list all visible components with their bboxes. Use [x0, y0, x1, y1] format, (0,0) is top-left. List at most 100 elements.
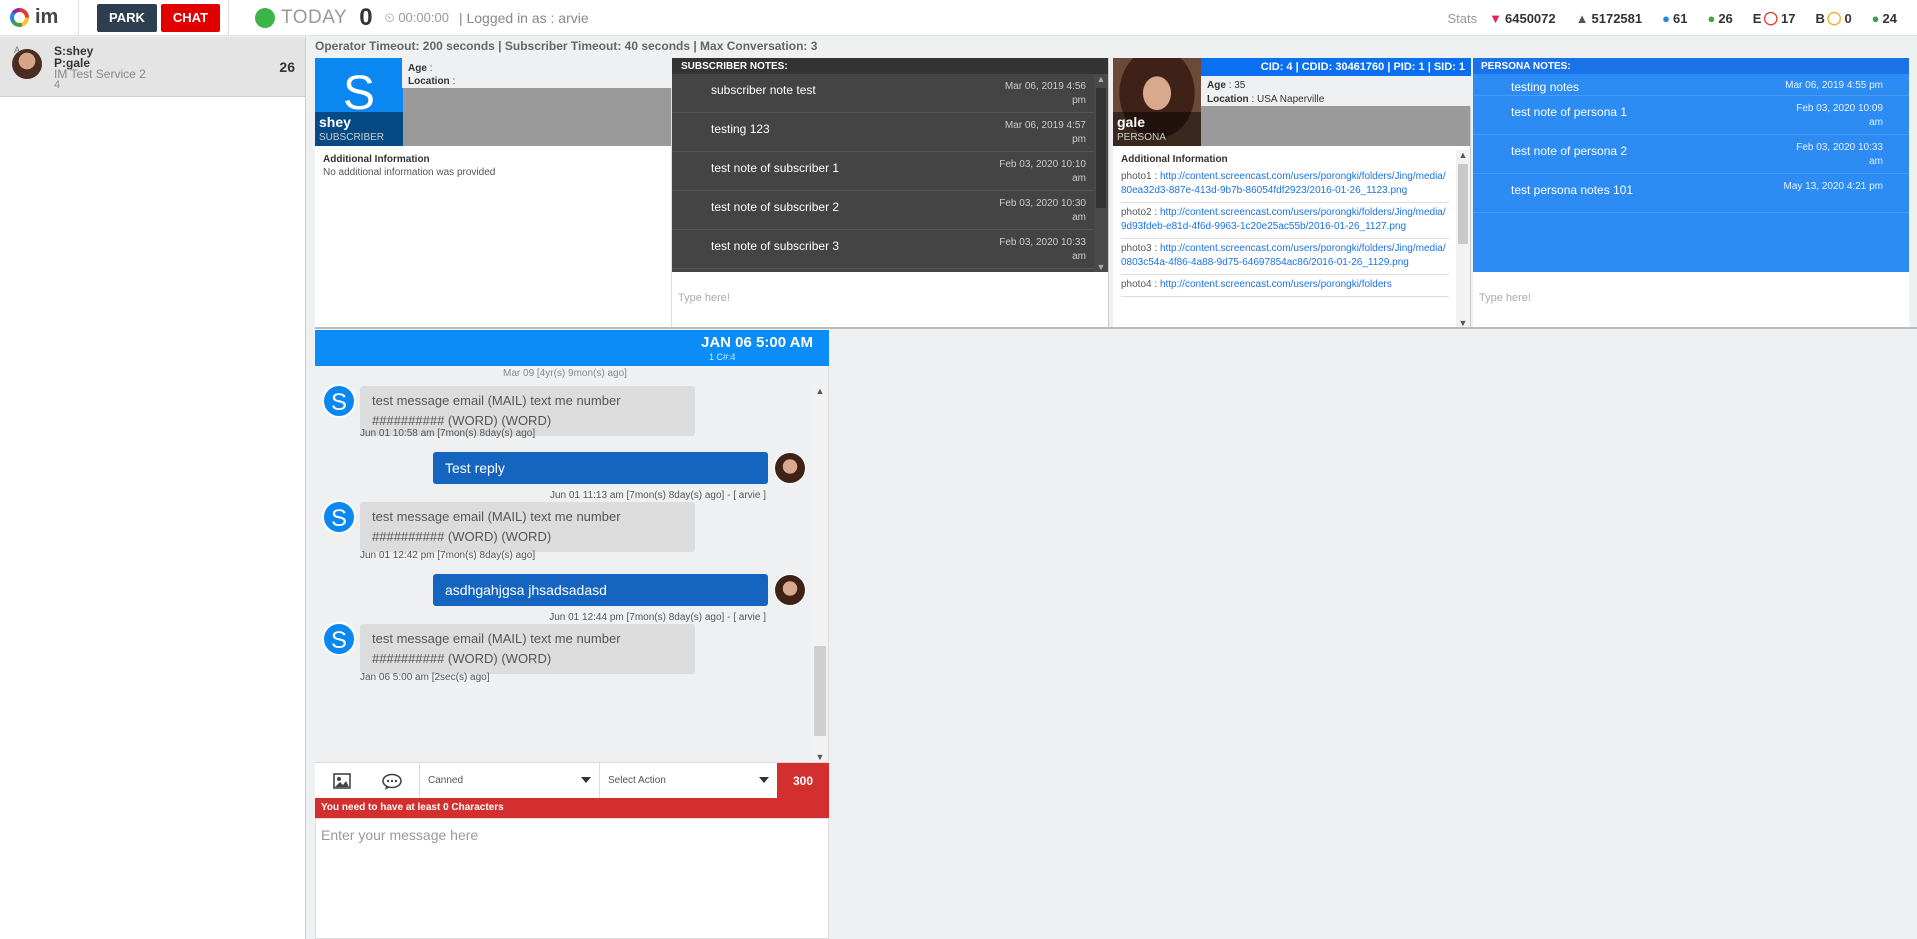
photo-label: photo2 : [1121, 207, 1158, 218]
persona-note-item[interactable]: test persona notes 101 May 13, 2020 4:21 … [1473, 174, 1909, 213]
persona-note-item[interactable]: test note of persona 1 Feb 03, 2020 10:09… [1473, 96, 1909, 135]
stat-prefix: E [1752, 10, 1762, 26]
subscriber-note-item[interactable]: testing 123 Mar 06, 2019 4:57 pm [672, 113, 1108, 152]
note-date: May 13, 2020 4:21 pm [1783, 181, 1883, 192]
stat-value: 24 [1882, 10, 1897, 26]
subscriber-note-item[interactable]: subscriber note test Mar 06, 2019 4:56 pm [672, 74, 1108, 113]
subscriber-note-item[interactable]: test note of subscriber 2 Feb 03, 2020 10… [672, 191, 1108, 230]
photo-row: photo2 : http://content.screencast.com/u… [1121, 203, 1449, 239]
stats-label: Stats [1447, 10, 1478, 26]
chat-button[interactable]: CHAT [160, 3, 221, 32]
scroll-up-icon[interactable]: ▲ [1094, 74, 1108, 84]
photo-label: photo4 : [1121, 279, 1158, 290]
persona-role: PERSONA [1117, 132, 1166, 143]
additional-info-title: Additional Information [1121, 154, 1228, 165]
incoming-message: test message email (MAIL) text me number… [360, 624, 695, 674]
photo-row: photo3 : http://content.screencast.com/u… [1121, 239, 1449, 275]
photo-link[interactable]: http://content.screencast.com/users/poro… [1121, 171, 1446, 196]
scroll-down-icon[interactable]: ▼ [812, 752, 828, 762]
chevron-down-icon [759, 777, 769, 783]
subscriber-avatar: S shey SUBSCRIBER [315, 58, 403, 146]
canned-label: Canned [428, 775, 464, 786]
subscriber-note-input[interactable]: Type here! [672, 272, 1108, 324]
divider [228, 0, 230, 36]
note-text: test note of subscriber 3 [711, 239, 840, 253]
canned-dropdown[interactable]: Canned [419, 763, 599, 799]
subscriber-notes-scrollbar[interactable]: ▲ ▼ [1094, 74, 1108, 272]
scroll-up-icon[interactable]: ▲ [812, 386, 828, 396]
outgoing-message: Test reply [433, 452, 768, 484]
incoming-message: test message email (MAIL) text me number… [360, 502, 695, 552]
stat-value: 6450072 [1505, 10, 1556, 26]
photo-row: photo1 : http://content.screencast.com/u… [1121, 167, 1449, 203]
persona-note-item[interactable]: testing notes Mar 06, 2019 4:55 pm [1473, 74, 1909, 96]
stat-item: ● 61 [1662, 10, 1687, 26]
stat-value: 26 [1718, 10, 1733, 26]
message-timestamp: Jun 01 12:44 pm [7mon(s) 8day(s) ago] - … [549, 612, 766, 623]
outgoing-message: asdhgahjgsa jhsadsadasd [433, 574, 768, 606]
subscriber-notes-panel: SUBSCRIBER NOTES: subscriber note test Ma… [672, 58, 1109, 328]
note-date: Feb 03, 2020 10:33 am [1796, 142, 1883, 167]
persona-note-input[interactable]: Type here! [1473, 272, 1909, 324]
note-text: subscriber note test [711, 83, 816, 97]
photo-link[interactable]: http://content.screencast.com/users/poro… [1121, 243, 1446, 268]
persona-name: gale [1117, 114, 1146, 130]
user-green-icon: ● [1707, 10, 1716, 26]
action-dropdown[interactable]: Select Action [599, 763, 777, 799]
online-status-icon[interactable] [255, 7, 276, 28]
subscriber-note-item[interactable]: test note of subscriber 1 Feb 03, 2020 10… [672, 152, 1108, 191]
queue-count: 26 [279, 59, 295, 75]
photo-row: photo4 : http://content.screencast.com/u… [1121, 275, 1449, 297]
timeout-info: Operator Timeout: 200 seconds | Subscrib… [315, 39, 818, 53]
today-count: 0 [359, 3, 373, 31]
image-icon[interactable] [333, 773, 351, 794]
session-timer: ⏲ 00:00:00 [384, 9, 449, 25]
location-value: : USA Naperville [1251, 94, 1325, 105]
queue-item[interactable]: A S:shey P:gale IM Test Service 2 4 26 [0, 37, 305, 97]
stat-value: 0 [1844, 10, 1852, 26]
message-timestamp: Jan 06 5:00 am [2sec(s) ago] [360, 672, 490, 683]
persona-ids: CID: 4 | CDID: 30461760 | PID: 1 | SID: … [1201, 58, 1471, 76]
divider [315, 327, 1917, 329]
stat-item: ● 26 [1707, 10, 1732, 26]
persona-info-scrollbar[interactable]: ▲ ▼ [1456, 150, 1470, 328]
note-text: testing notes [1511, 80, 1580, 94]
chat-header-sub: 1 C#:4 [709, 352, 736, 362]
photo-label: photo1 : [1121, 171, 1158, 182]
note-date: Feb 03, 2020 10:30 am [999, 198, 1086, 223]
chat-scrollbar[interactable]: ▲ ▼ [812, 386, 828, 762]
arrow-up-icon: ▲ [1575, 10, 1589, 26]
subscriber-profile: S shey SUBSCRIBER Age : Location : Addit… [315, 58, 672, 328]
scroll-down-icon[interactable]: ▼ [1094, 262, 1108, 272]
photo-link[interactable]: http://content.screencast.com/users/poro… [1160, 279, 1392, 290]
persona-additional-info: Additional Information photo1 : http://c… [1113, 150, 1457, 328]
user-blue-icon: ● [1662, 10, 1670, 26]
operator-avatar [774, 452, 806, 484]
note-date: Mar 06, 2019 4:57 pm [1004, 120, 1086, 145]
subscriber-avatar: S [322, 500, 356, 534]
note-date: Mar 06, 2019 4:55 pm [1785, 80, 1883, 91]
logo-icon [10, 8, 29, 27]
conversation-queue: A S:shey P:gale IM Test Service 2 4 26 [0, 37, 306, 939]
top-bar: im PARK CHAT TODAY 0 ⏲ 00:00:00 | Logged… [0, 0, 1917, 36]
photo-link[interactable]: http://content.screencast.com/users/poro… [1121, 207, 1446, 232]
divider [78, 0, 79, 36]
comment-icon[interactable] [382, 773, 402, 796]
note-text: testing 123 [711, 122, 770, 136]
persona-note-item[interactable]: test note of persona 2 Feb 03, 2020 10:33… [1473, 135, 1909, 174]
scroll-up-icon[interactable]: ▲ [1456, 150, 1470, 160]
queue-number: 4 [54, 79, 61, 91]
location-value: : [452, 76, 456, 87]
note-date: Feb 03, 2020 10:10 am [999, 159, 1086, 184]
age-value: : [429, 63, 433, 74]
park-button[interactable]: PARK [97, 3, 157, 32]
today-label: TODAY [281, 6, 348, 28]
note-text: test note of subscriber 1 [711, 161, 840, 175]
action-label: Select Action [608, 775, 666, 786]
subscriber-note-item[interactable]: test note of subscriber 3 Feb 03, 2020 10… [672, 230, 1108, 269]
chat-top-timestamp: Mar 09 [4yr(s) 9mon(s) ago] [503, 368, 627, 379]
subscriber-avatar: S [322, 622, 356, 656]
character-warning: You need to have at least 0 Characters [315, 798, 829, 818]
message-input[interactable] [315, 818, 829, 939]
app-logo[interactable]: im [0, 6, 70, 29]
